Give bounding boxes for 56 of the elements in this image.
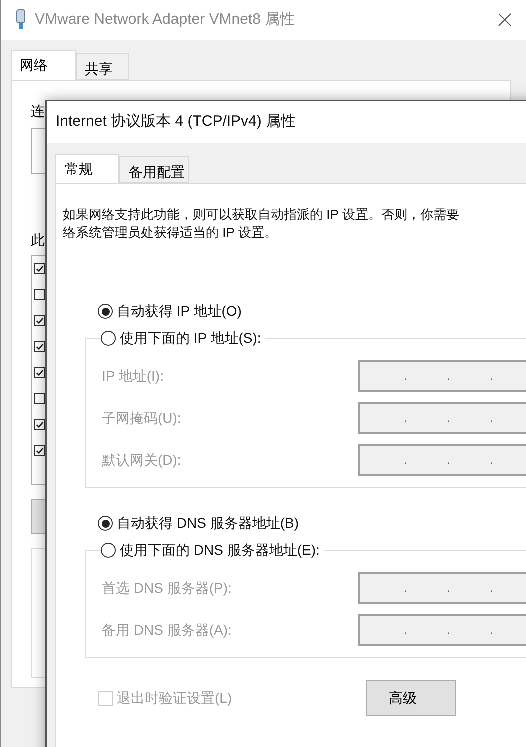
checkbox[interactable] (34, 367, 45, 378)
radio-label: 自动获得 DNS 服务器地址(B) (117, 514, 299, 533)
checkmark-icon (36, 368, 44, 376)
checkbox[interactable] (34, 263, 45, 274)
octet-separator: . (447, 452, 452, 469)
octet-separator: . (447, 410, 452, 427)
radio-label: 使用下面的 IP 地址(S): (120, 329, 262, 348)
tab[interactable]: 备用配置 (119, 156, 189, 183)
octet-separator: . (404, 452, 408, 469)
octet-separator: . (490, 622, 494, 639)
checkbox[interactable] (34, 445, 45, 456)
octet-separator: . (447, 368, 452, 385)
octet-separator: . (490, 580, 494, 597)
octet-separator: . (404, 580, 408, 597)
checkmark-icon (36, 420, 44, 428)
window-title: VMware Network Adapter VMnet8 属性 (35, 10, 296, 30)
octet-separator: . (490, 410, 494, 427)
checkbox[interactable] (34, 393, 45, 404)
radio-button[interactable] (101, 331, 116, 346)
radio-button[interactable] (101, 543, 116, 558)
checkmark-icon (36, 316, 44, 324)
octet-separator: . (404, 410, 408, 427)
field-label: 首选 DNS 服务器(P): (102, 578, 233, 598)
tab[interactable]: 共享 (76, 53, 129, 80)
octet-separator: . (490, 368, 494, 385)
field-label: 子网掩码(U): (102, 408, 182, 428)
field-label: IP 地址(I): (102, 366, 165, 386)
network-adapter-icon (15, 9, 27, 31)
description-line: 如果网络支持此功能，则可以获取自动指派的 IP 设置。否则，你需要 (63, 206, 460, 224)
octet-separator: . (404, 368, 408, 385)
close-icon[interactable] (498, 13, 512, 27)
advanced-button[interactable]: 高级 (366, 680, 456, 716)
connection-label: 连 (31, 102, 45, 121)
dialog-title: Internet 协议版本 4 (TCP/IPv4) 属性 (56, 112, 296, 132)
octet-separator: . (447, 580, 452, 597)
checkmark-icon (36, 264, 44, 272)
checkmark-icon (36, 342, 44, 350)
octet-separator: . (404, 622, 408, 639)
checkbox[interactable] (34, 341, 45, 352)
octet-separator: . (490, 452, 494, 469)
checkbox-label: 退出时验证设置(L) (117, 688, 232, 708)
checkmark-icon (36, 446, 44, 454)
tab[interactable]: 网络 (11, 50, 76, 80)
radio-button[interactable] (98, 304, 113, 319)
radio-button[interactable] (98, 516, 113, 531)
tab[interactable]: 常规 (55, 154, 119, 183)
field-label: 备用 DNS 服务器(A): (102, 620, 233, 640)
field-label: 默认网关(D): (102, 450, 182, 470)
radio-label: 自动获得 IP 地址(O) (117, 302, 242, 321)
radio-label: 使用下面的 DNS 服务器地址(E): (120, 541, 320, 560)
checkbox[interactable] (34, 289, 45, 300)
checkbox[interactable] (34, 419, 45, 430)
components-label: 此 (31, 231, 45, 250)
checkbox[interactable] (34, 315, 45, 326)
octet-separator: . (447, 622, 452, 639)
description-line: 络系统管理员处获得适当的 IP 设置。 (63, 224, 278, 242)
